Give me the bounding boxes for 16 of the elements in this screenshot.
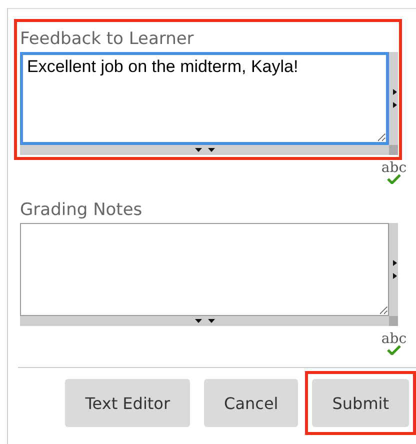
expand-right-icon[interactable]	[392, 88, 398, 110]
field-label: Grading Notes	[20, 199, 144, 221]
scrollbar-corner	[389, 145, 398, 155]
spellcheck-button[interactable]: abc	[379, 160, 409, 190]
action-button[interactable]: Cancel	[204, 379, 298, 427]
expand-down-icon[interactable]	[194, 147, 216, 153]
action-button[interactable]: Text Editor	[65, 379, 190, 427]
spellcheck-button[interactable]: abc	[379, 331, 409, 361]
action-button[interactable]: Submit	[312, 379, 409, 427]
text-area[interactable]: Excellent job on the midterm, Kayla!	[20, 52, 389, 145]
expand-down-icon[interactable]	[194, 318, 216, 324]
check-icon	[387, 174, 401, 184]
field-label: Feedback to Learner	[20, 28, 195, 50]
scrollbar-corner	[389, 316, 398, 326]
expand-right-icon[interactable]	[392, 258, 398, 280]
check-icon	[387, 345, 401, 355]
